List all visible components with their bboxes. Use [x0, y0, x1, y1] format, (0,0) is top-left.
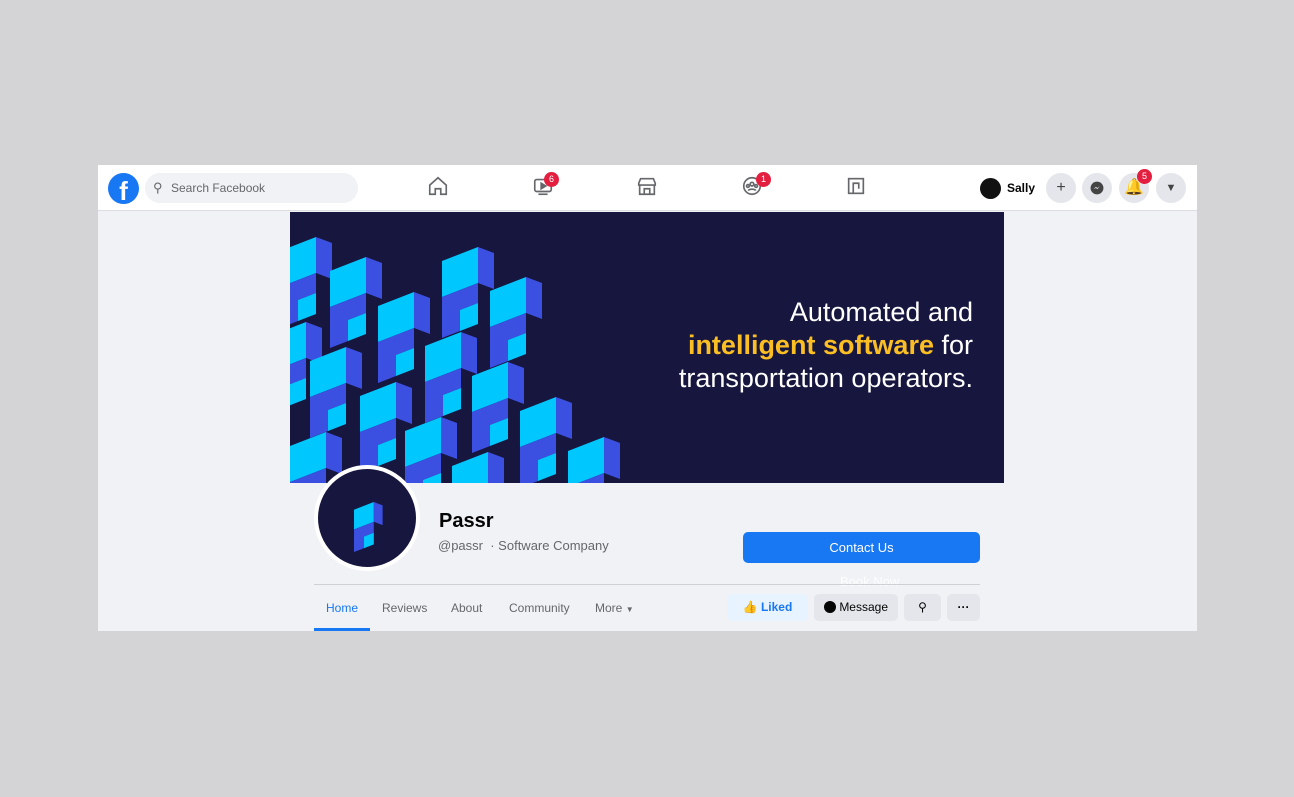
- page-handle: @passr: [438, 538, 483, 553]
- thumbs-up-icon: 👍: [742, 600, 758, 614]
- search-input[interactable]: ⚲ Search Facebook: [145, 173, 358, 203]
- page-title: Passr: [439, 510, 494, 532]
- page-category[interactable]: · Software Company: [490, 538, 609, 553]
- message-button[interactable]: Message: [814, 594, 898, 621]
- create-plus-icon[interactable]: +: [1046, 173, 1076, 203]
- tagline-highlight: intelligent software: [687, 330, 934, 360]
- search-icon: ⚲: [153, 180, 163, 195]
- tagline-line-3: transportation operators.: [678, 363, 973, 393]
- page-subtitle: @passr · Software Company: [438, 538, 609, 553]
- search-icon: ⚲: [918, 600, 927, 614]
- browser-window: f ⚲ Search Facebook 6 1 Sally + 🔔 5 ▼ Auto…: [98, 165, 1197, 631]
- tab-more-label: More: [595, 601, 623, 615]
- watch-badge: 6: [544, 172, 559, 187]
- facebook-logo-icon[interactable]: f: [108, 173, 139, 204]
- user-name[interactable]: Sally: [1007, 181, 1035, 195]
- tagline-line-1: Automated and: [789, 297, 973, 327]
- tab-home[interactable]: Home: [314, 594, 370, 631]
- messenger-icon: [823, 601, 836, 613]
- contact-us-button[interactable]: Contact Us: [743, 532, 980, 563]
- more-options-button[interactable]: ···: [947, 594, 980, 621]
- marketplace-icon[interactable]: [634, 175, 660, 201]
- gaming-icon[interactable]: [843, 175, 869, 201]
- home-icon[interactable]: [425, 175, 451, 201]
- page-profile-picture[interactable]: [314, 465, 420, 571]
- messenger-icon[interactable]: [1082, 173, 1112, 203]
- tab-community[interactable]: Community: [509, 594, 570, 631]
- groups-badge: 1: [756, 172, 771, 187]
- account-menu-chevron-icon[interactable]: ▼: [1156, 173, 1186, 203]
- watch-icon[interactable]: 6: [530, 172, 559, 201]
- notifications-badge: 5: [1137, 169, 1152, 184]
- message-label: Message: [839, 600, 889, 614]
- top-navbar: f ⚲ Search Facebook 6 1 Sally + 🔔 5 ▼: [98, 165, 1197, 211]
- notifications-bell-icon[interactable]: 🔔 5: [1119, 169, 1152, 203]
- tab-reviews[interactable]: Reviews: [382, 594, 427, 631]
- divider: [314, 584, 980, 585]
- page-search-button[interactable]: ⚲: [904, 594, 941, 621]
- liked-label: Liked: [760, 600, 793, 614]
- tab-more[interactable]: More ▼: [595, 594, 634, 631]
- book-now-label: Book Now: [840, 574, 900, 589]
- groups-icon[interactable]: 1: [739, 172, 771, 201]
- tagline-line-2: for: [933, 330, 973, 360]
- cover-tagline: Automated and intelligent software for t…: [679, 296, 973, 395]
- avatar[interactable]: [980, 178, 1001, 199]
- cover-photo: Automated and intelligent software for t…: [290, 212, 1004, 483]
- search-placeholder: Search Facebook: [171, 181, 266, 195]
- liked-button[interactable]: 👍 Liked: [727, 594, 808, 621]
- tab-about[interactable]: About: [451, 594, 482, 631]
- chevron-down-icon: ▼: [625, 605, 634, 614]
